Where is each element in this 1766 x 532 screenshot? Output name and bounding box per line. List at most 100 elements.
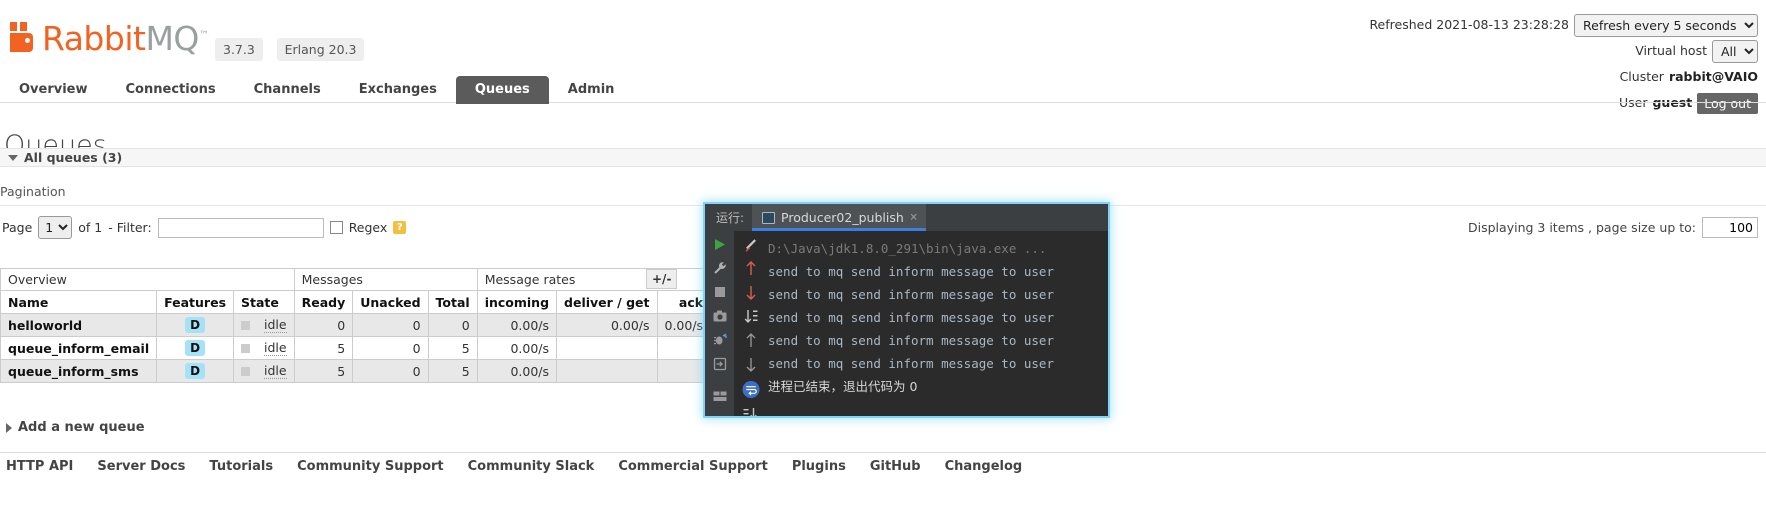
table-row[interactable]: queue_inform_sms D idle 5 0 5 0.00/s <box>0 359 712 383</box>
column-header-name[interactable]: Name <box>0 290 158 314</box>
pagination-controls: Page 1 of 1 - Filter: Regex ? <box>2 216 407 239</box>
console-tab-producer02-publish[interactable]: Producer02_publish × <box>752 204 926 231</box>
all-queues-section-header[interactable]: All queues (3) <box>0 148 1766 167</box>
column-toggle-button[interactable]: +/- <box>646 269 678 289</box>
state-text: idle <box>264 340 287 356</box>
durable-badge: D <box>185 363 206 379</box>
footer-link-tutorials[interactable]: Tutorials <box>209 459 273 474</box>
scroll-to-end-icon[interactable] <box>742 407 760 416</box>
help-icon[interactable]: ? <box>393 221 407 234</box>
cell-queue-name[interactable]: queue_inform_sms <box>0 359 158 383</box>
virtual-host-label: Virtual host <box>1635 43 1707 58</box>
column-header-state[interactable]: State <box>233 290 295 314</box>
intellij-run-console-overlay[interactable]: 运行: Producer02_publish × D:\Java\jdk1.8.… <box>705 204 1108 416</box>
state-indicator-icon <box>241 343 251 353</box>
regex-label: Regex <box>348 220 388 235</box>
table-row[interactable]: helloworld D idle 0 0 0 0.00/s 0.00/s 0.… <box>0 313 712 337</box>
console-gutter-toolbar <box>734 231 768 416</box>
cell-ack: 0.00/s <box>656 313 712 337</box>
debug-icon[interactable] <box>711 331 729 349</box>
wrench-icon[interactable] <box>711 259 729 277</box>
nav-item-overview[interactable]: Overview <box>0 76 107 104</box>
cell-state: idle <box>233 336 295 360</box>
cell-features: D <box>156 336 235 360</box>
cell-deliver-get <box>556 336 658 360</box>
nav-item-admin[interactable]: Admin <box>549 76 634 104</box>
version-badges: 3.7.3 Erlang 20.3 <box>205 38 365 61</box>
layout-icon[interactable] <box>711 387 729 405</box>
console-window-icon <box>762 211 776 224</box>
console-body: D:\Java\jdk1.8.0_291\bin\java.exe ... se… <box>705 231 1108 416</box>
footer-link-http-api[interactable]: HTTP API <box>6 459 73 474</box>
chevron-right-icon <box>6 422 12 433</box>
group-header-messages: Messages <box>293 268 478 291</box>
footer-link-commercial-support[interactable]: Commercial Support <box>618 459 768 474</box>
nav-item-queues[interactable]: Queues <box>455 76 549 104</box>
add-queue-label: Add a new queue <box>18 420 145 435</box>
column-header-incoming[interactable]: incoming <box>476 290 558 314</box>
cell-queue-name[interactable]: queue_inform_email <box>0 336 158 360</box>
durable-badge: D <box>185 340 206 356</box>
footer-links: HTTP API Server Docs Tutorials Community… <box>0 459 1766 474</box>
regex-checkbox[interactable] <box>329 221 343 234</box>
run-icon[interactable] <box>711 235 729 253</box>
virtual-host-select[interactable]: All <box>1712 39 1758 63</box>
soft-wrap-icon[interactable] <box>742 380 760 399</box>
page-total-label: of 1 <box>78 220 103 235</box>
console-left-toolbar <box>705 231 734 416</box>
camera-icon[interactable] <box>711 307 729 325</box>
footer-link-changelog[interactable]: Changelog <box>945 459 1023 474</box>
active-tab-underline <box>752 228 926 231</box>
filter-input[interactable] <box>157 217 324 238</box>
console-output[interactable]: D:\Java\jdk1.8.0_291\bin\java.exe ... se… <box>768 231 1108 416</box>
refresh-row: Refreshed 2021-08-13 23:28:28 Refresh ev… <box>1369 13 1758 37</box>
refresh-interval-select[interactable]: Refresh every 5 seconds <box>1574 13 1758 37</box>
rabbitmq-logo[interactable]: RabbitMQ™ <box>10 20 209 55</box>
table-group-header-row: Overview Messages Message rates <box>0 268 712 291</box>
cell-ack <box>656 359 712 383</box>
column-header-unacked[interactable]: Unacked <box>352 290 429 314</box>
column-header-ack[interactable]: ack <box>656 290 712 314</box>
chevron-down-icon <box>8 154 18 161</box>
console-line-exit: 进程已结束，退出代码为 0 <box>768 379 918 394</box>
column-header-features[interactable]: Features <box>156 290 235 314</box>
arrow-up-red-icon[interactable] <box>742 261 760 276</box>
arrow-down-red-icon[interactable] <box>742 285 760 300</box>
logo-text-mq: MQ <box>145 19 199 58</box>
nav-item-exchanges[interactable]: Exchanges <box>340 76 456 104</box>
column-header-total[interactable]: Total <box>427 290 478 314</box>
footer-link-community-support[interactable]: Community Support <box>297 459 444 474</box>
console-tab-bar: 运行: Producer02_publish × <box>705 204 1108 231</box>
cell-queue-name[interactable]: helloworld <box>0 313 158 337</box>
page-label: Page <box>2 220 33 235</box>
queues-table: Overview Messages Message rates Name Fea… <box>0 268 712 383</box>
displaying-label: Displaying 3 items , page size up to: <box>1468 220 1696 235</box>
stop-icon[interactable] <box>711 283 729 301</box>
refreshed-timestamp: Refreshed 2021-08-13 23:28:28 <box>1369 17 1569 32</box>
nav-item-connections[interactable]: Connections <box>107 76 235 104</box>
close-icon[interactable]: × <box>910 210 918 225</box>
arrow-down-icon[interactable] <box>742 357 760 372</box>
column-header-deliver-get[interactable]: deliver / get <box>556 290 658 314</box>
pencil-icon[interactable] <box>742 237 760 252</box>
sort-down-icon[interactable] <box>742 309 760 324</box>
table-row[interactable]: queue_inform_email D idle 5 0 5 0.00/s <box>0 336 712 360</box>
arrow-up-icon[interactable] <box>742 333 760 348</box>
durable-badge: D <box>185 317 206 333</box>
state-indicator-icon <box>241 366 251 376</box>
console-run-label: 运行: <box>716 211 745 225</box>
cell-total: 0 <box>427 313 478 337</box>
page-number-select[interactable]: 1 <box>38 216 73 239</box>
footer-link-server-docs[interactable]: Server Docs <box>97 459 185 474</box>
cell-features: D <box>156 313 235 337</box>
state-text: idle <box>264 317 287 333</box>
column-header-ready[interactable]: Ready <box>293 290 354 314</box>
footer-link-community-slack[interactable]: Community Slack <box>468 459 595 474</box>
add-queue-section[interactable]: Add a new queue <box>6 420 145 435</box>
page-size-input[interactable] <box>1702 217 1758 238</box>
footer-link-plugins[interactable]: Plugins <box>792 459 846 474</box>
export-icon[interactable] <box>711 355 729 373</box>
console-line: send to mq send inform message to user <box>768 287 1054 302</box>
footer-link-github[interactable]: GitHub <box>870 459 921 474</box>
nav-item-channels[interactable]: Channels <box>235 76 340 104</box>
